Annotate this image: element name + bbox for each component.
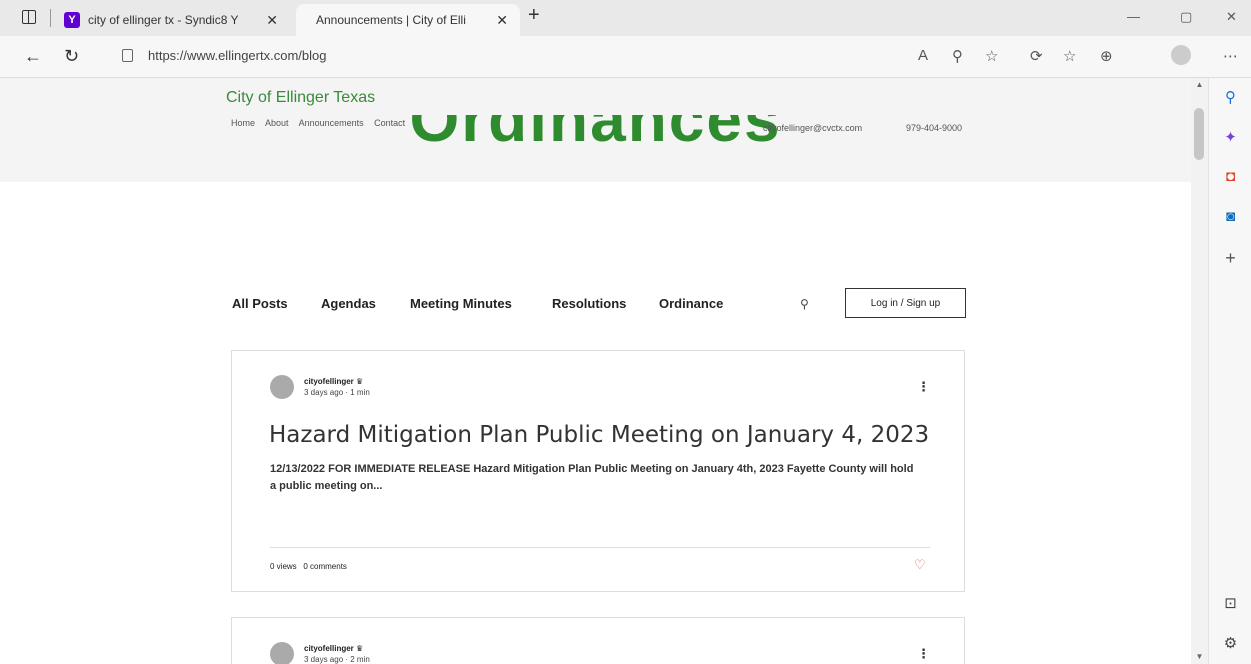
site-title[interactable]: City of Ellinger Texas: [226, 89, 375, 107]
more-options-icon[interactable]: ⋮: [917, 646, 930, 662]
back-icon[interactable]: ←: [24, 46, 42, 67]
scroll-thumb[interactable]: [1194, 108, 1204, 160]
minimize-icon[interactable]: —: [1127, 9, 1140, 24]
tab-actions-icon[interactable]: [22, 10, 36, 24]
post-author[interactable]: cityofellinger ♛: [304, 377, 363, 386]
crown-icon: ♛: [356, 644, 364, 653]
avatar[interactable]: [270, 642, 294, 664]
post-stats: 0 views 0 comments: [270, 562, 347, 571]
search-icon[interactable]: ⚲: [800, 297, 809, 311]
more-options-icon[interactable]: ⋮: [917, 379, 930, 395]
site-nav: Home About Announcements Contact: [231, 118, 413, 128]
collections-icon[interactable]: ⊕: [1100, 47, 1113, 65]
office-icon[interactable]: ◘: [1209, 168, 1251, 185]
hero-banner: Ordinances: [0, 78, 1191, 182]
read-aloud-icon[interactable]: A: [918, 47, 928, 64]
hide-sidebar-icon[interactable]: ⊡: [1209, 594, 1251, 612]
address-bar-row: ← ↻ https://www.ellingertx.com/blog A ⚲ …: [0, 36, 1251, 78]
views-count: 0 views: [270, 562, 297, 571]
scroll-up-icon[interactable]: ▲: [1191, 80, 1208, 89]
post-meta: 3 days ago · 2 min: [304, 655, 370, 664]
favorites-icon[interactable]: ☆: [1063, 47, 1076, 65]
refresh-icon[interactable]: ↻: [64, 46, 79, 67]
post-author[interactable]: cityofellinger ♛: [304, 644, 363, 653]
tab-separator: [50, 9, 51, 27]
post-divider: [270, 547, 930, 548]
outlook-icon[interactable]: ◙: [1209, 208, 1251, 225]
post-meta: 3 days ago · 1 min: [304, 388, 370, 397]
search-icon[interactable]: ⚲: [1209, 88, 1251, 106]
page-viewport: Ordinances City of Ellinger Texas Home A…: [0, 78, 1191, 664]
close-tab-icon[interactable]: ✕: [496, 12, 508, 29]
comments-count[interactable]: 0 comments: [303, 562, 347, 571]
restore-icon[interactable]: ▢: [1180, 9, 1192, 25]
zoom-icon[interactable]: ⚲: [952, 47, 963, 65]
yahoo-favicon-icon: Y: [64, 12, 80, 28]
post-excerpt[interactable]: 12/13/2022 FOR IMMEDIATE RELEASE Hazard …: [270, 461, 920, 495]
extensions-icon[interactable]: ⟳: [1030, 47, 1043, 65]
edge-sidebar: ⚲ ✦ ◘ ◙ + ⊡ ⚙: [1208, 78, 1251, 664]
nav-contact[interactable]: Contact: [374, 118, 405, 128]
url-field[interactable]: https://www.ellingertx.com/blog: [148, 48, 326, 63]
post-title[interactable]: Hazard Mitigation Plan Public Meeting on…: [269, 422, 929, 448]
scroll-down-icon[interactable]: ▼: [1191, 652, 1208, 661]
category-resolutions[interactable]: Resolutions: [552, 296, 626, 311]
crown-icon: ♛: [356, 377, 364, 386]
site-info-icon[interactable]: [122, 49, 133, 62]
add-sidebar-app-icon[interactable]: +: [1209, 248, 1251, 269]
category-ordinance[interactable]: Ordinance: [659, 296, 723, 311]
copilot-sparkle-icon[interactable]: ✦: [1209, 128, 1251, 146]
nav-announcements[interactable]: Announcements: [299, 118, 364, 128]
hero-heading: Ordinances: [409, 115, 782, 155]
like-heart-icon[interactable]: ♡: [914, 557, 926, 573]
login-button[interactable]: Log in / Sign up: [845, 288, 966, 318]
tab-title: city of ellinger tx - Syndic8 Yaho: [88, 13, 238, 27]
tab-announcements[interactable]: Announcements | City of Ellinge ✕: [296, 4, 520, 36]
more-menu-icon[interactable]: ⋯: [1223, 47, 1238, 65]
close-window-icon[interactable]: ✕: [1226, 9, 1237, 25]
nav-home[interactable]: Home: [231, 118, 255, 128]
contact-phone[interactable]: 979-404-9000: [906, 123, 962, 133]
tab-title: Announcements | City of Ellinge: [316, 13, 466, 27]
profile-avatar[interactable]: [1171, 45, 1191, 65]
page-scrollbar[interactable]: ▲ ▼: [1191, 78, 1208, 664]
browser-tab-strip: Y city of ellinger tx - Syndic8 Yaho ✕ A…: [0, 0, 1251, 36]
post-card[interactable]: cityofellinger ♛ 3 days ago · 1 min ⋮ Ha…: [231, 350, 965, 592]
nav-about[interactable]: About: [265, 118, 289, 128]
contact-email[interactable]: cityofellinger@cvctx.com: [763, 123, 862, 133]
favorite-star-icon[interactable]: ☆: [985, 47, 998, 65]
close-tab-icon[interactable]: ✕: [266, 12, 278, 29]
new-tab-button[interactable]: +: [528, 4, 540, 27]
avatar[interactable]: [270, 375, 294, 399]
category-all-posts[interactable]: All Posts: [232, 296, 288, 311]
category-meeting-minutes[interactable]: Meeting Minutes: [410, 296, 512, 311]
post-card[interactable]: cityofellinger ♛ 3 days ago · 2 min ⋮: [231, 617, 965, 664]
sidebar-settings-icon[interactable]: ⚙: [1209, 634, 1251, 652]
category-agendas[interactable]: Agendas: [321, 296, 376, 311]
tab-yahoo-search[interactable]: Y city of ellinger tx - Syndic8 Yaho ✕: [58, 4, 290, 36]
